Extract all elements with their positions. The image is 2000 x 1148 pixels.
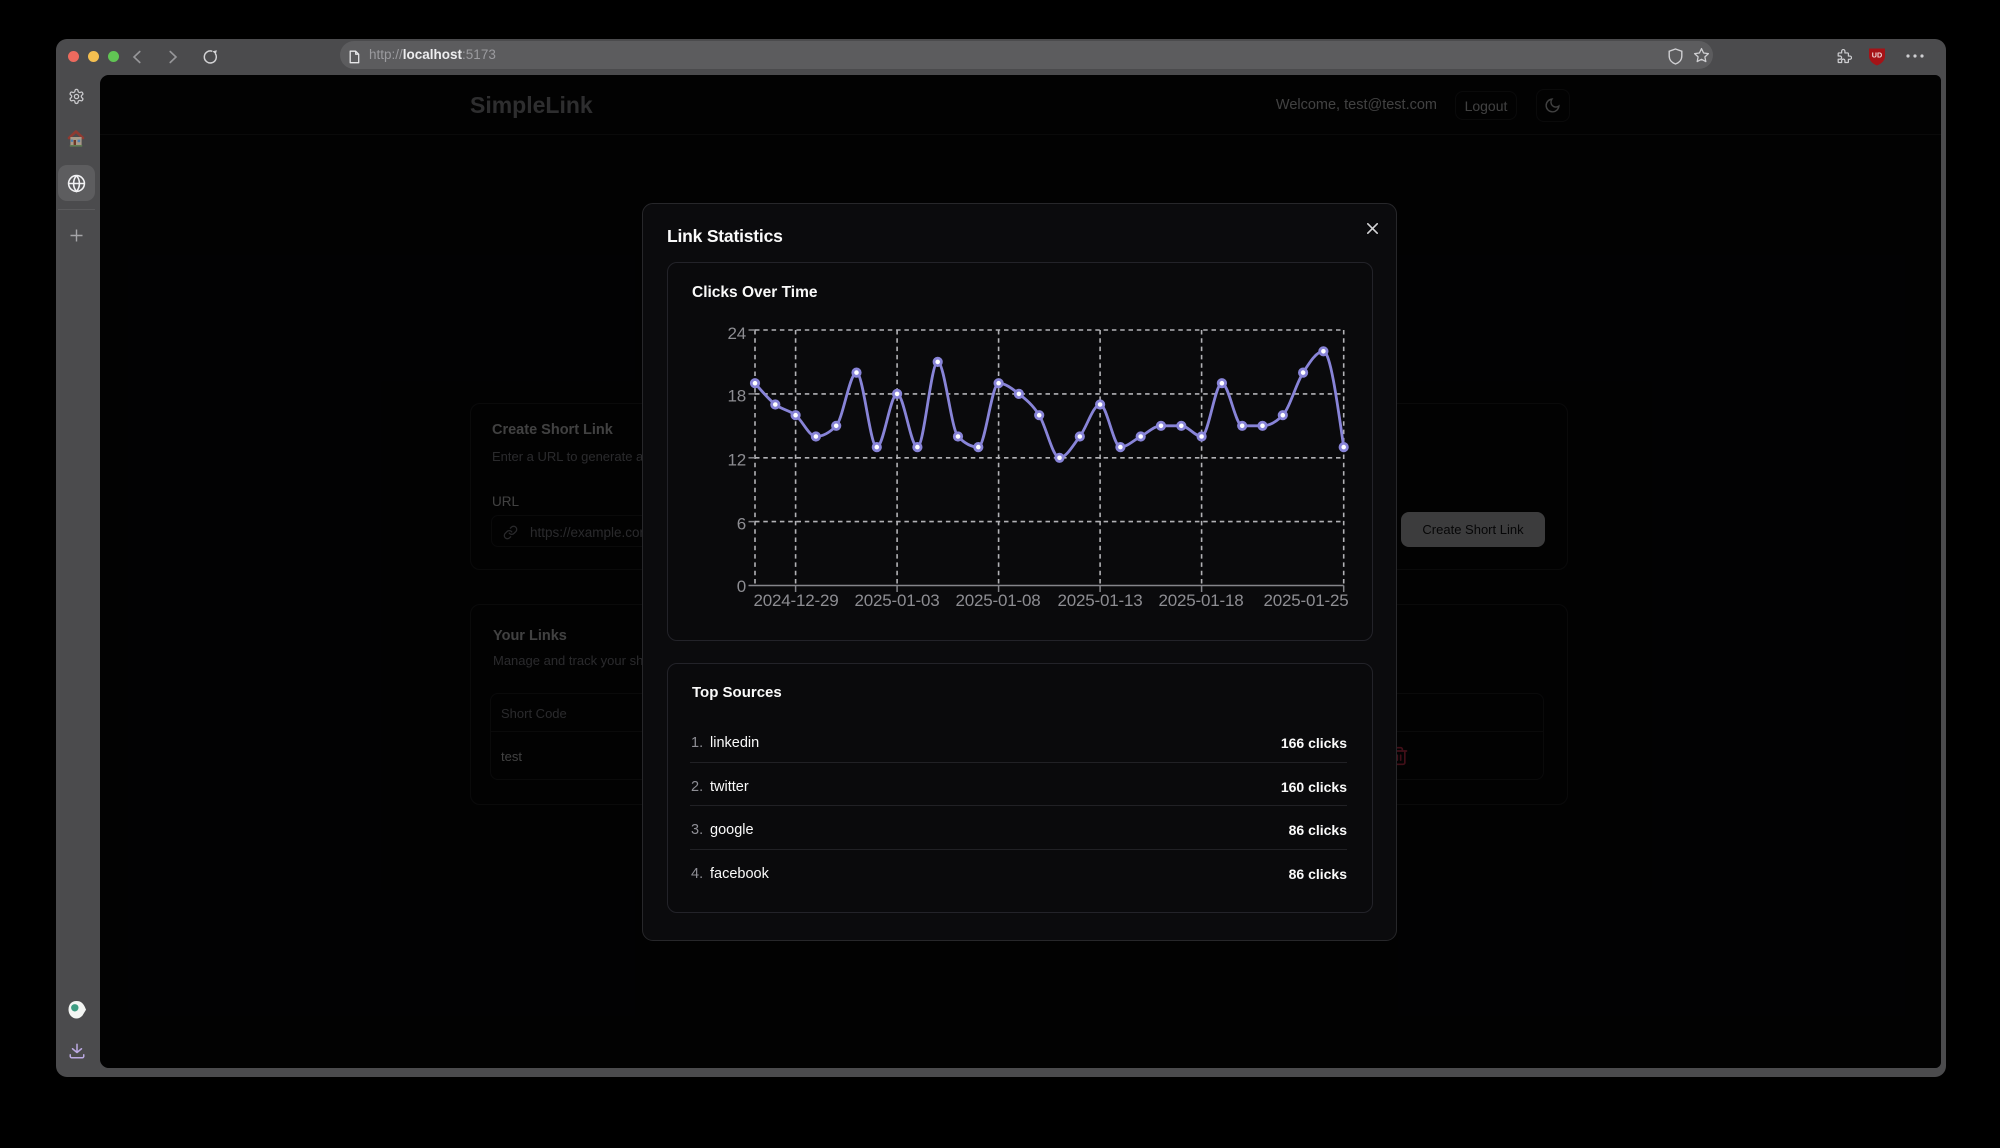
svg-text:18: 18: [727, 387, 746, 406]
svg-text:2025-01-03: 2025-01-03: [855, 591, 940, 610]
svg-text:2024-12-29: 2024-12-29: [754, 591, 839, 610]
svg-text:2025-01-13: 2025-01-13: [1058, 591, 1143, 610]
svg-text:2025-01-18: 2025-01-18: [1159, 591, 1244, 610]
svg-text:12: 12: [727, 451, 746, 470]
svg-text:UD: UD: [1872, 51, 1882, 60]
svg-text:6: 6: [737, 515, 746, 534]
svg-text:24: 24: [727, 324, 746, 343]
svg-text:0: 0: [737, 577, 746, 596]
svg-text:2025-01-25: 2025-01-25: [1264, 591, 1349, 610]
svg-text:2025-01-08: 2025-01-08: [956, 591, 1041, 610]
